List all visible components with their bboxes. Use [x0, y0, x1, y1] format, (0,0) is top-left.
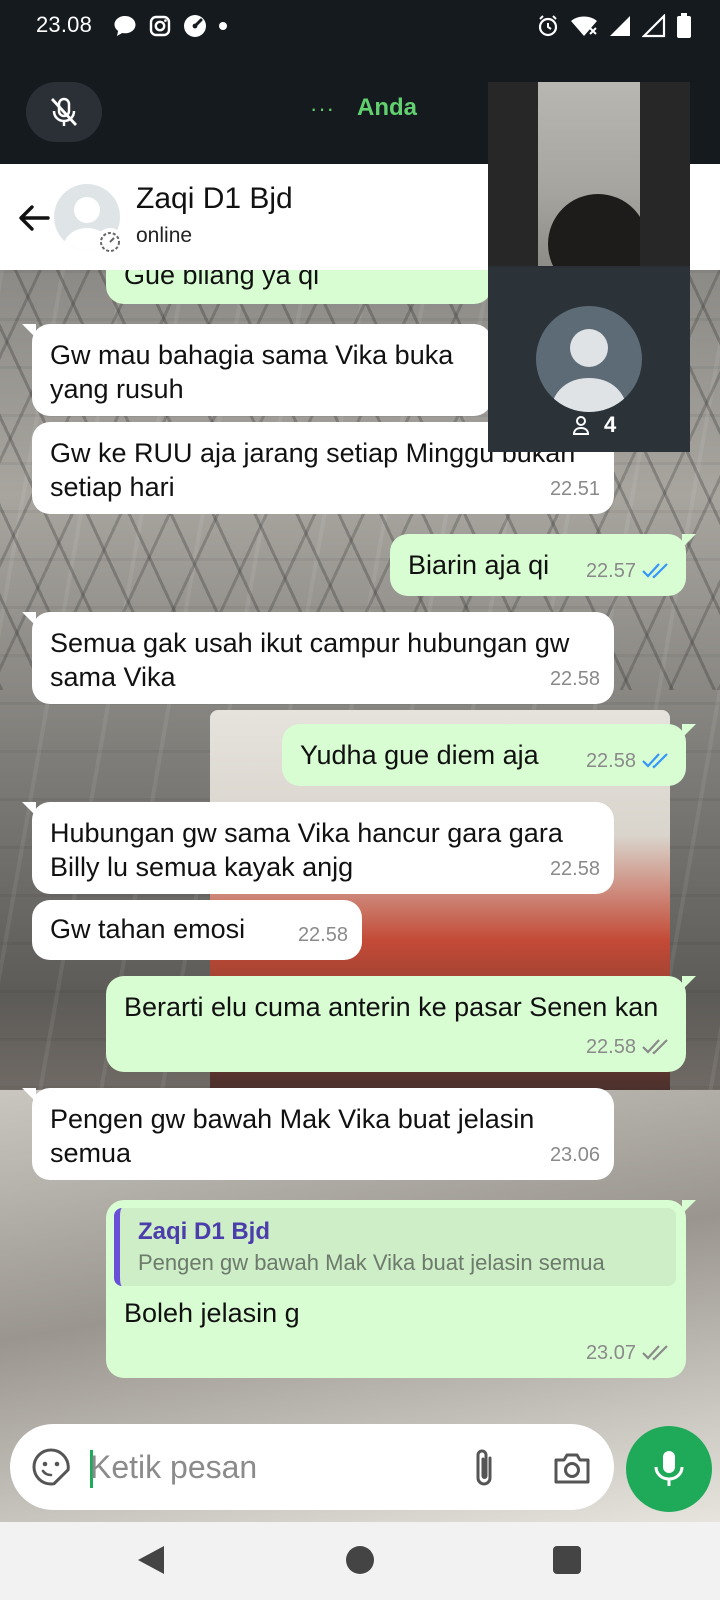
bubble-tail: [682, 976, 696, 990]
call-dots: ···: [310, 96, 335, 121]
peer-video-tile[interactable]: 4: [488, 268, 690, 452]
quoted-message[interactable]: Zaqi D1 Bjd Pengen gw bawah Mak Vika bua…: [114, 1208, 676, 1286]
status-bar: 23.08: [0, 0, 720, 54]
bubble-tail: [22, 324, 36, 338]
back-button[interactable]: [14, 198, 54, 238]
participant-count: 4: [572, 412, 616, 438]
message-text: Gue bilang ya qi: [124, 270, 320, 290]
message-bubble-incoming[interactable]: Pengen gw bawah Mak Vika buat jelasin se…: [22, 1088, 614, 1180]
wifi-icon: [571, 16, 597, 36]
double-check-read-icon: [642, 563, 668, 579]
message-bubble-incoming[interactable]: Gw mau bahagia sama Vika buka yang rusuh: [22, 324, 492, 416]
voice-message-button[interactable]: [626, 1426, 712, 1512]
message-text: Berarti elu cuma anterin ke pasar Senen …: [124, 992, 659, 1022]
message-text: Gw mau bahagia sama Vika buka yang rusuh: [50, 340, 454, 404]
bubble-tail: [682, 534, 696, 548]
signal-icon: [610, 16, 630, 36]
message-bubble-outgoing[interactable]: Biarin aja qi 22.57: [390, 534, 696, 596]
double-check-delivered-icon: [642, 1039, 668, 1055]
message-meta: 22.57: [586, 554, 672, 588]
bubble-tail: [22, 802, 36, 816]
chat-bubble-icon: [114, 16, 136, 36]
message-text: Semua gak usah ikut campur hubungan gw s…: [50, 628, 570, 692]
message-text: Pengen gw bawah Mak Vika buat jelasin se…: [50, 1104, 535, 1168]
camera-button[interactable]: [550, 1446, 594, 1490]
message-bubble-incoming[interactable]: Hubungan gw sama Vika hancur gara gara B…: [22, 802, 614, 894]
disappearing-timer-badge: [96, 228, 124, 256]
message-time: 22.58: [585, 750, 636, 772]
mic-icon: [654, 1451, 684, 1486]
participant-count-value: 4: [604, 412, 617, 437]
mute-button[interactable]: [26, 82, 102, 142]
quoted-text: Pengen gw bawah Mak Vika buat jelasin se…: [138, 1250, 605, 1275]
self-video-head: [548, 194, 640, 266]
peer-avatar: [536, 306, 642, 412]
message-text: Gw tahan emosi: [50, 914, 246, 944]
message-time: 22.51: [549, 478, 600, 500]
double-check-read-icon: [642, 753, 668, 769]
status-time: 23.08: [36, 12, 93, 37]
attach-button[interactable]: [464, 1446, 504, 1490]
contact-status: online: [136, 224, 193, 247]
message-time: 22.58: [549, 858, 600, 880]
sticker-icon: [32, 1448, 70, 1486]
system-nav-bar: [0, 1522, 720, 1600]
battery-icon: [677, 13, 691, 38]
contact-name[interactable]: Zaqi D1 Bjd: [136, 182, 293, 216]
nav-home-button[interactable]: [346, 1546, 374, 1574]
message-bubble-incoming[interactable]: Semua gak usah ikut campur hubungan gw s…: [22, 612, 614, 704]
bubble-tail: [22, 612, 36, 626]
paperclip-icon: [476, 1449, 492, 1486]
bubble-tail: [682, 724, 696, 738]
message-text: Yudha gue diem aja: [300, 740, 539, 770]
video-call-panel[interactable]: 4: [488, 82, 690, 452]
call-participant-label: Anda: [357, 94, 417, 121]
bubble-tail: [22, 1088, 36, 1102]
sticker-button[interactable]: [30, 1446, 72, 1488]
message-time: 23.06: [549, 1144, 600, 1166]
message-meta: 22.58: [586, 1030, 672, 1064]
message-bubble-outgoing[interactable]: Yudha gue diem aja 22.58: [282, 724, 696, 786]
self-video-tile[interactable]: [488, 82, 690, 266]
signal-icon: [642, 14, 666, 38]
timer-icon: [100, 232, 120, 252]
message-time: 22.57: [585, 560, 636, 582]
message-time: 23.07: [585, 1342, 636, 1364]
dot-icon: [219, 22, 227, 30]
message-meta: 23.07: [586, 1336, 672, 1370]
message-time: 22.58: [297, 924, 348, 946]
alarm-icon: [538, 15, 558, 37]
chat-area[interactable]: Gue bilang ya qi Gw mau bahagia sama Vik…: [0, 270, 720, 1522]
message-bubble-incoming[interactable]: Gw tahan emosi 22.58: [32, 900, 362, 960]
bubble-tail: [682, 1200, 696, 1214]
camera-icon: [554, 1453, 590, 1484]
status-right-icons: [536, 13, 692, 39]
default-avatar-icon: [550, 329, 628, 412]
message-bubble-outgoing[interactable]: Berarti elu cuma anterin ke pasar Senen …: [106, 976, 696, 1072]
mic-off-icon: [50, 97, 78, 126]
message-time: 22.58: [549, 668, 600, 690]
arrow-back-icon: [19, 205, 50, 231]
person-icon: [572, 416, 590, 435]
status-left-icons: [112, 13, 228, 39]
self-video-feed: [538, 82, 640, 266]
message-bubble-outgoing[interactable]: Gue bilang ya qi: [106, 270, 492, 304]
message-meta: 22.58: [586, 744, 672, 778]
message-input[interactable]: [90, 1442, 450, 1492]
message-time: 22.58: [585, 1036, 636, 1058]
message-bubble-outgoing-reply[interactable]: Zaqi D1 Bjd Pengen gw bawah Mak Vika bua…: [106, 1200, 696, 1378]
message-text: Hubungan gw sama Vika hancur gara gara B…: [50, 818, 563, 882]
message-text: Boleh jelasin g: [124, 1298, 300, 1328]
message-text: Biarin aja qi: [408, 550, 550, 580]
nav-back-icon[interactable]: [136, 1544, 166, 1576]
quoted-sender-name: Zaqi D1 Bjd: [138, 1218, 271, 1245]
message-input-bar[interactable]: [10, 1424, 614, 1510]
nav-recents-button[interactable]: [553, 1546, 581, 1574]
instagram-icon: [149, 15, 171, 37]
speedometer-icon: [184, 15, 206, 37]
double-check-delivered-icon: [642, 1345, 668, 1361]
